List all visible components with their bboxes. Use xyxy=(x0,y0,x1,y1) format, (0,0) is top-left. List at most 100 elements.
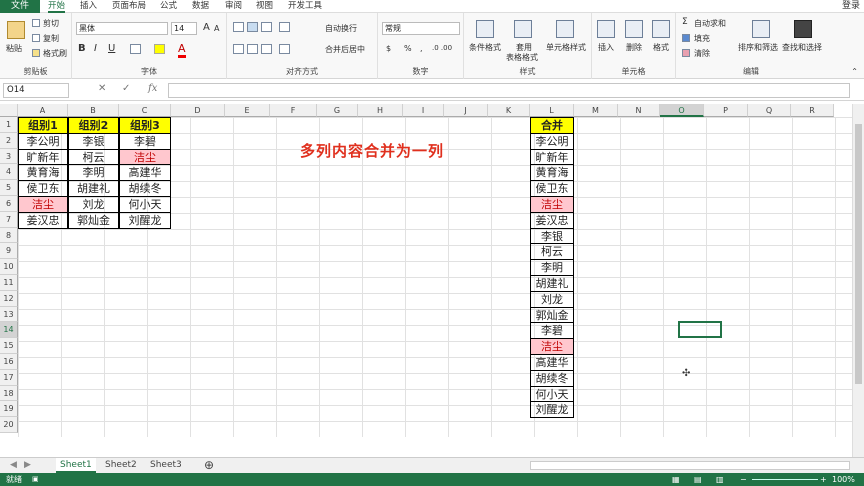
insert-cells-icon[interactable] xyxy=(597,20,615,38)
table-cell[interactable]: 胡续冬 xyxy=(530,369,574,387)
table-cell[interactable]: 组别1 xyxy=(18,117,68,134)
tab-review[interactable]: 审阅 xyxy=(225,0,242,13)
table-cell[interactable]: 旷新年 xyxy=(530,148,574,166)
column-header[interactable]: K xyxy=(488,104,530,117)
autosum-button[interactable]: 自动求和 xyxy=(694,18,726,29)
table-cell[interactable]: 黄育海 xyxy=(18,164,68,182)
add-sheet-icon[interactable]: ⊕ xyxy=(200,458,218,473)
column-header[interactable]: M xyxy=(574,104,618,117)
select-all-corner[interactable] xyxy=(0,104,18,117)
table-cell[interactable]: 姜汉忠 xyxy=(18,211,68,229)
column-header[interactable]: E xyxy=(225,104,270,117)
column-header[interactable]: R xyxy=(791,104,834,117)
grow-font-icon[interactable]: A xyxy=(203,22,210,33)
tab-home[interactable]: 开始 xyxy=(48,0,66,13)
column-header[interactable]: F xyxy=(270,104,317,117)
format-painter-icon[interactable] xyxy=(32,49,40,57)
row-header[interactable]: 4 xyxy=(0,164,18,181)
table-cell[interactable]: 合并 xyxy=(530,117,574,134)
table-cell[interactable]: 刘醒龙 xyxy=(119,211,171,229)
row-header[interactable]: 11 xyxy=(0,275,18,291)
align-top-icon[interactable] xyxy=(233,22,244,32)
column-header[interactable]: A xyxy=(18,104,68,117)
table-cell[interactable]: 姜汉忠 xyxy=(530,211,574,229)
sheet-tab-2[interactable]: Sheet2 xyxy=(101,458,141,473)
table-cell[interactable]: 李明 xyxy=(530,259,574,276)
tab-data[interactable]: 数据 xyxy=(192,0,209,13)
row-header[interactable]: 16 xyxy=(0,354,18,370)
wrap-text-button[interactable]: 自动换行 xyxy=(325,23,357,34)
table-cell[interactable]: 柯云 xyxy=(68,148,119,166)
merge-center-button[interactable]: 合并后居中 xyxy=(325,44,365,55)
column-header[interactable]: D xyxy=(171,104,225,117)
sheet-tab-3[interactable]: Sheet3 xyxy=(146,458,186,473)
row-header[interactable]: 18 xyxy=(0,385,18,402)
column-header[interactable]: N xyxy=(618,104,660,117)
align-right-icon[interactable] xyxy=(261,44,272,54)
table-cell[interactable]: 侯卫东 xyxy=(18,180,68,197)
normal-view-icon[interactable]: ▦ xyxy=(672,473,680,486)
vertical-scrollbar[interactable] xyxy=(852,104,864,457)
row-header[interactable]: 7 xyxy=(0,211,18,228)
table-cell[interactable]: 刘醒龙 xyxy=(530,401,574,419)
table-cell[interactable]: 侯卫东 xyxy=(530,180,574,197)
format-painter-button[interactable]: 格式刷 xyxy=(43,48,67,59)
table-cell[interactable]: 高建华 xyxy=(119,164,171,182)
sort-filter-icon[interactable] xyxy=(752,20,770,38)
number-format-select[interactable]: 常规 xyxy=(382,22,460,35)
fill-button[interactable]: 填充 xyxy=(694,33,710,44)
table-cell[interactable]: 李碧 xyxy=(119,132,171,150)
delete-cells-icon[interactable] xyxy=(625,20,643,38)
table-cell[interactable]: 胡建礼 xyxy=(68,180,119,197)
underline-button[interactable]: U xyxy=(108,43,115,54)
conditional-format-icon[interactable] xyxy=(476,20,494,38)
active-cell-selection[interactable] xyxy=(678,321,722,338)
align-bottom-icon[interactable] xyxy=(261,22,272,32)
table-cell[interactable]: 何小天 xyxy=(530,385,574,403)
table-cell[interactable]: 洁尘 xyxy=(119,148,171,166)
prev-sheet-icon[interactable]: ◀ xyxy=(6,458,21,473)
font-size-select[interactable]: 14 xyxy=(171,22,197,35)
border-icon[interactable] xyxy=(130,44,141,54)
table-cell[interactable]: 黄育海 xyxy=(530,164,574,182)
cancel-icon[interactable]: ✕ xyxy=(98,83,106,94)
paste-icon[interactable] xyxy=(7,21,25,39)
zoom-out-icon[interactable]: − xyxy=(740,473,747,486)
table-cell[interactable]: 柯云 xyxy=(530,243,574,261)
row-header[interactable]: 3 xyxy=(0,148,18,165)
table-cell[interactable]: 刘龙 xyxy=(68,196,119,213)
row-header[interactable]: 8 xyxy=(0,227,18,244)
cell-styles-button[interactable]: 单元格样式 xyxy=(546,42,586,53)
tab-page-layout[interactable]: 页面布局 xyxy=(112,0,146,13)
row-header[interactable]: 14 xyxy=(0,322,18,339)
row-header[interactable]: 20 xyxy=(0,417,18,433)
format-cells-button[interactable]: 格式 xyxy=(653,42,669,53)
table-cell[interactable]: 洁尘 xyxy=(530,338,574,355)
column-header[interactable]: I xyxy=(403,104,444,117)
zoom-level[interactable]: 100% xyxy=(832,473,855,486)
row-header[interactable]: 6 xyxy=(0,196,18,212)
row-header[interactable]: 13 xyxy=(0,306,18,323)
row-header[interactable]: 15 xyxy=(0,338,18,354)
enter-icon[interactable]: ✓ xyxy=(122,83,130,94)
table-cell[interactable]: 高建华 xyxy=(530,354,574,371)
clear-icon[interactable] xyxy=(682,49,690,57)
percent-icon[interactable]: % xyxy=(404,44,412,53)
paste-button[interactable]: 粘贴 xyxy=(6,43,22,54)
formula-input[interactable] xyxy=(168,83,850,98)
scroll-thumb[interactable] xyxy=(855,124,862,384)
delete-cells-button[interactable]: 删除 xyxy=(626,42,642,53)
row-header[interactable]: 1 xyxy=(0,117,18,133)
zoom-slider[interactable] xyxy=(752,479,818,480)
row-header[interactable]: 5 xyxy=(0,180,18,196)
column-header[interactable]: B xyxy=(68,104,119,117)
table-cell[interactable]: 洁尘 xyxy=(18,196,68,213)
table-cell[interactable]: 刘龙 xyxy=(530,290,574,308)
tab-insert[interactable]: 插入 xyxy=(80,0,97,13)
insert-cells-button[interactable]: 插入 xyxy=(598,42,614,53)
find-select-icon[interactable] xyxy=(794,20,812,38)
zoom-in-icon[interactable]: + xyxy=(820,473,827,486)
font-color-icon[interactable]: A xyxy=(178,42,186,58)
copy-button[interactable]: 复制 xyxy=(43,33,59,44)
scissors-icon[interactable] xyxy=(32,19,40,27)
